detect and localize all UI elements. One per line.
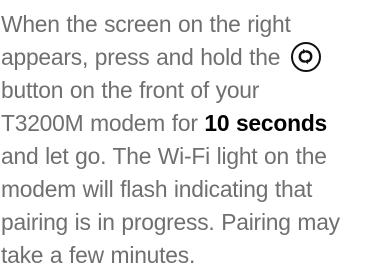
hold-duration: 10 seconds — [204, 110, 328, 136]
wps-pairing-icon — [290, 42, 321, 72]
instruction-line-4-text: T3200M modem for — [1, 110, 198, 136]
instruction-line-2-text: appears, press and hold the — [1, 44, 281, 70]
instruction-line-3: button on the front of your — [1, 77, 260, 103]
instruction-line-4: T3200M modem for 10 seconds — [1, 107, 377, 140]
instruction-line-7: pairing is in progress. Pairing may — [1, 209, 340, 235]
instruction-line-1: When the screen on the right — [1, 11, 291, 37]
instruction-line-6: modem will flash indicating that — [1, 176, 313, 202]
instruction-line-5: and let go. The Wi-Fi light on the — [1, 143, 327, 169]
pairing-instructions: When the screen on the right appears, pr… — [1, 8, 377, 272]
instruction-line-8: take a few minutes. — [1, 242, 196, 268]
instruction-line-2: appears, press and hold the — [1, 41, 377, 74]
